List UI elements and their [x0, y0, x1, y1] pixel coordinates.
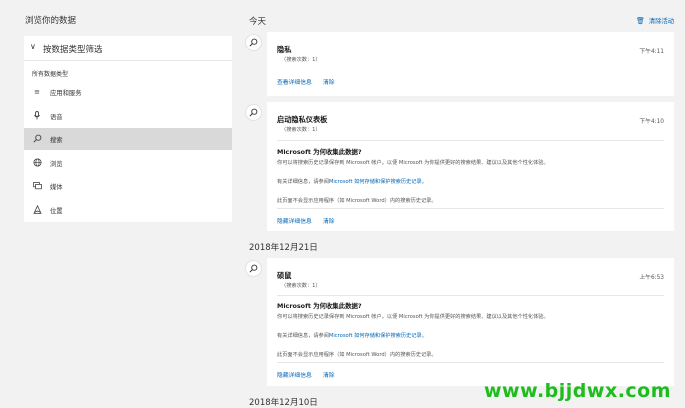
trash-icon: 🗑	[636, 17, 645, 25]
category-apps-services[interactable]: ≡ 应用和服务	[24, 81, 232, 103]
why-paragraph-more-info: 有关详细信息，请参阅Microsoft 如何存储和保护搜索历史记录。	[277, 332, 427, 339]
search-icon	[245, 34, 262, 51]
divider	[277, 208, 664, 209]
sidebar: 浏览你的数据 ∨ 按数据类型筛选 所有数据类型 ≡ 应用和服务 语音 搜索 浏览…	[0, 0, 240, 408]
card-title: 启动隐私仪表板	[277, 115, 328, 124]
date-heading: 2018年12月21日	[249, 243, 318, 253]
more-info-prefix: 有关详细信息，请参阅	[277, 179, 329, 185]
category-label: 位置	[50, 208, 63, 215]
hide-details-link[interactable]: 隐藏详细信息	[277, 216, 312, 225]
why-paragraph-note: 此页面不会显示应用程序（如 Microsoft Word）内的搜索历史记录。	[277, 352, 437, 358]
activity-card: 硕鼠 上午6:53 （搜索次数：1） Microsoft 为何收集此数据? 你可…	[267, 258, 674, 386]
filter-label: 按数据类型筛选	[43, 45, 103, 55]
card-time: 上午6:53	[639, 275, 664, 281]
search-icon	[245, 260, 262, 277]
activity-card: 启动隐私仪表板 下午4:10 （搜索次数：1） Microsoft 为何收集此数…	[267, 102, 674, 231]
filter-panel: ∨ 按数据类型筛选 所有数据类型 ≡ 应用和服务 语音 搜索 浏览 媒体 位置	[24, 36, 232, 222]
clear-activity-button[interactable]: 🗑 清除活动	[636, 16, 674, 25]
clear-link[interactable]: 清除	[323, 370, 335, 379]
location-icon	[32, 204, 42, 215]
category-label: 语音	[50, 114, 63, 121]
why-paragraph-more-info: 有关详细信息，请参阅Microsoft 如何存储和保护搜索历史记录。	[277, 178, 427, 185]
media-icon	[32, 181, 42, 191]
search-icon	[245, 104, 262, 121]
date-heading: 2018年12月10日	[249, 398, 318, 408]
why-heading: Microsoft 为何收集此数据?	[277, 148, 362, 156]
card-time: 下午4:11	[639, 49, 664, 55]
view-details-link[interactable]: 查看详细信息	[277, 77, 312, 86]
search-icon	[32, 134, 42, 144]
why-heading: Microsoft 为何收集此数据?	[277, 302, 362, 310]
divider	[277, 140, 664, 141]
storage-protection-link[interactable]: Microsoft 如何存储和保护搜索历史记录。	[329, 333, 427, 339]
why-paragraph: 你可以将搜索历史记录保存到 Microsoft 帐户。以便 Microsoft …	[277, 314, 549, 320]
hide-details-link[interactable]: 隐藏详细信息	[277, 370, 312, 379]
card-search-count: （搜索次数：1）	[281, 127, 321, 133]
card-title: 隐私	[277, 45, 292, 54]
globe-icon	[32, 158, 42, 168]
card-search-count: （搜索次数：1）	[281, 283, 321, 289]
list-icon: ≡	[34, 88, 40, 96]
more-info-prefix: 有关详细信息，请参阅	[277, 333, 329, 339]
clear-link[interactable]: 清除	[323, 77, 335, 86]
why-paragraph-note: 此页面不会显示应用程序（如 Microsoft Word）内的搜索历史记录。	[277, 198, 437, 204]
divider	[277, 362, 664, 363]
category-label: 搜索	[50, 137, 63, 144]
clear-link[interactable]: 清除	[323, 216, 335, 225]
storage-protection-link[interactable]: Microsoft 如何存储和保护搜索历史记录。	[329, 179, 427, 185]
divider	[277, 295, 664, 296]
category-voice[interactable]: 语音	[24, 105, 232, 127]
why-paragraph: 你可以将搜索历史记录保存到 Microsoft 帐户。以便 Microsoft …	[277, 160, 549, 166]
category-search[interactable]: 搜索	[24, 128, 232, 150]
category-location[interactable]: 位置	[24, 199, 232, 221]
sidebar-title: 浏览你的数据	[25, 16, 77, 26]
date-heading: 今天	[249, 17, 267, 27]
filter-toggle[interactable]: ∨ 按数据类型筛选	[24, 36, 232, 61]
category-browse[interactable]: 浏览	[24, 152, 232, 174]
category-media[interactable]: 媒体	[24, 175, 232, 197]
filter-subheading: 所有数据类型	[32, 71, 69, 78]
category-label: 媒体	[50, 184, 63, 191]
microphone-icon	[32, 111, 42, 121]
card-search-count: （搜索次数：1）	[281, 57, 321, 63]
category-label: 应用和服务	[50, 90, 82, 97]
chevron-down-icon: ∨	[30, 42, 36, 51]
clear-activity-label: 清除活动	[648, 18, 675, 25]
activity-card: 隐私 下午4:11 （搜索次数：1） 查看详细信息 清除	[267, 32, 674, 96]
watermark: www.bjjdwx.com	[484, 380, 672, 402]
card-title: 硕鼠	[277, 271, 292, 280]
card-time: 下午4:10	[639, 119, 664, 125]
category-label: 浏览	[50, 161, 63, 168]
